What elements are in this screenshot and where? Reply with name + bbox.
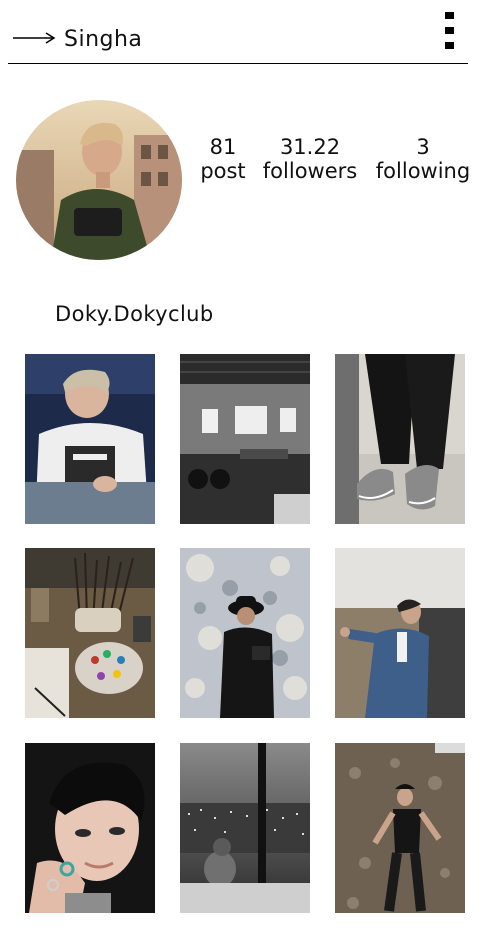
photo-art-brushes-palette[interactable] <box>25 548 155 718</box>
vertical-dots-menu-icon[interactable] <box>444 10 456 52</box>
photo-man-hat-camera-shadows[interactable] <box>180 548 310 718</box>
stat-label: post <box>200 159 246 183</box>
profile-avatar[interactable] <box>16 100 182 260</box>
stat-value: 31.22 <box>279 135 341 159</box>
photo-city-skyline-night[interactable] <box>180 743 310 913</box>
stat-label: following <box>375 159 471 183</box>
photo-reflective-sneakers[interactable] <box>335 354 465 524</box>
stat-value: 81 <box>209 135 237 159</box>
stat-label: followers <box>262 159 358 183</box>
stat-followers[interactable]: 31.22 followers <box>254 135 366 183</box>
arrow-right-icon[interactable] <box>12 28 56 48</box>
stat-following[interactable]: 3 following <box>366 135 480 183</box>
profile-stats: 81 post 31.22 followers 3 following <box>190 135 480 190</box>
profile-username: Doky.Dokyclub <box>55 302 214 326</box>
top-bar: Singha <box>0 0 492 66</box>
stat-value: 3 <box>416 135 430 159</box>
photo-closeup-man-rings[interactable] <box>25 743 155 913</box>
header-divider <box>8 63 468 64</box>
photo-man-blue-denim-suit[interactable] <box>335 548 465 718</box>
photo-industrial-loft-motorcycles[interactable] <box>180 354 310 524</box>
photo-man-white-tshirt[interactable] <box>25 354 155 524</box>
stat-posts[interactable]: 81 post <box>190 135 256 183</box>
photo-man-walking-hillside[interactable] <box>335 743 465 913</box>
profile-title: Singha <box>64 27 143 52</box>
